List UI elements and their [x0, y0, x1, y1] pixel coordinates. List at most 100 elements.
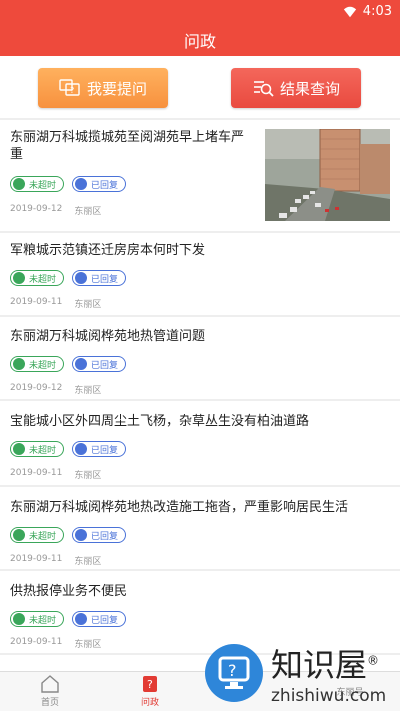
- status-badge-label: 未超时: [29, 180, 57, 191]
- result-query-label: 结果查询: [279, 79, 340, 98]
- ask-question-label: 我要提问: [86, 79, 147, 98]
- item-title: 东丽湖万科城揽城苑至阅湖苑早上堵车严重: [10, 130, 245, 162]
- status-badge: 未超时: [10, 441, 65, 457]
- status-badge-label: 未超时: [29, 360, 57, 371]
- status-badge: 未超时: [10, 356, 65, 372]
- status-badge: 未超时: [10, 176, 65, 192]
- item-district: 东丽区: [74, 640, 102, 650]
- list-search-icon: [253, 81, 274, 97]
- ask-question-button[interactable]: ? 我要提问: [38, 68, 168, 108]
- street-photo: [265, 129, 390, 221]
- item-tags: 未超时 已回复: [10, 611, 127, 627]
- action-bar: ? 我要提问 结果查询: [0, 56, 400, 118]
- item-date: 2019-09-12: [10, 204, 63, 214]
- status-badge: 未超时: [10, 611, 65, 627]
- nav-home-label: 首页: [40, 698, 59, 708]
- reply-badge: 已回复: [72, 441, 127, 457]
- status-badge-label: 未超时: [29, 531, 57, 542]
- item-district: 东丽区: [74, 471, 102, 481]
- home-icon: [41, 675, 59, 693]
- monitor-question-icon: ?: [218, 656, 250, 689]
- reply-badge-label: 已回复: [91, 445, 119, 456]
- feather-icon: [75, 272, 88, 284]
- item-meta: 2019-09-11 东丽区: [10, 297, 101, 310]
- list-item[interactable]: 东丽湖万科城阅桦苑地热管道问题 未超时 已回复 2019-09-12 东丽区: [0, 317, 400, 399]
- question-edit-icon: ?: [143, 676, 157, 692]
- item-tags: 未超时 已回复: [10, 441, 127, 457]
- reply-badge: 已回复: [72, 356, 127, 372]
- watermark-logo-icon: ?: [205, 644, 263, 702]
- result-query-button[interactable]: 结果查询: [231, 68, 361, 108]
- item-date: 2019-09-11: [10, 468, 63, 478]
- svg-text:?: ?: [70, 86, 74, 95]
- item-title: 军粮城示范镇还迁房房本何时下发: [10, 243, 206, 258]
- feather-icon: [75, 358, 88, 370]
- clock-icon: [13, 178, 25, 190]
- status-badge-label: 未超时: [29, 445, 57, 456]
- svg-text:?: ?: [228, 661, 237, 680]
- clock-icon: [13, 443, 25, 455]
- item-title: 东丽湖万科城阅桦苑地热管道问题: [10, 329, 206, 344]
- status-badge-label: 未超时: [29, 274, 57, 285]
- item-district: 东丽区: [74, 386, 102, 396]
- feather-icon: [75, 443, 88, 455]
- reply-badge: 已回复: [72, 270, 127, 286]
- clock-icon: [13, 613, 25, 625]
- item-meta: 2019-09-12 东丽区: [10, 204, 101, 217]
- item-district: 东丽区: [74, 300, 102, 310]
- status-icons: 4:03: [343, 4, 392, 19]
- list-item[interactable]: 东丽湖万科城阅桦苑地热改造施工拖沓，严重影响居民生活 未超时 已回复 2019-…: [0, 487, 400, 569]
- divider: [0, 118, 400, 120]
- item-district: 东丽区: [74, 557, 102, 567]
- watermark-url: zhishiwu.com: [271, 686, 387, 706]
- feather-icon: [75, 178, 88, 190]
- item-date: 2019-09-12: [10, 383, 63, 393]
- reply-badge: 已回复: [72, 527, 127, 543]
- feather-icon: [75, 529, 88, 541]
- item-tags: 未超时 已回复: [10, 356, 127, 372]
- item-meta: 2019-09-11 东丽区: [10, 554, 101, 567]
- status-badge: 未超时: [10, 270, 65, 286]
- item-title: 宝能城小区外四周尘土飞杨，杂草丛生没有柏油道路: [10, 414, 310, 429]
- watermark: ? 知识屋® zhishiwu.com: [205, 640, 386, 706]
- app-header: 问政: [0, 24, 400, 56]
- item-tags: 未超时 已回复: [10, 176, 127, 192]
- item-title: 东丽湖万科城阅桦苑地热改造施工拖沓，严重影响居民生活: [10, 500, 349, 515]
- list-item[interactable]: 东丽湖万科城揽城苑至阅湖苑早上堵车严重 未超时 已回复 2019-09-12 东…: [0, 121, 400, 231]
- item-meta: 2019-09-11 东丽区: [10, 468, 101, 481]
- nav-wenzheng[interactable]: ? 问政: [100, 672, 200, 711]
- list-item[interactable]: 宝能城小区外四周尘土飞杨，杂草丛生没有柏油道路 未超时 已回复 2019-09-…: [0, 401, 400, 485]
- wifi-icon: [343, 6, 356, 17]
- svg-text:?: ?: [147, 678, 153, 691]
- watermark-text: 知识屋® zhishiwu.com: [271, 640, 386, 706]
- reply-badge-label: 已回复: [91, 360, 119, 371]
- item-tags: 未超时 已回复: [10, 527, 127, 543]
- item-tags: 未超时 已回复: [10, 270, 127, 286]
- reply-badge-label: 已回复: [91, 531, 119, 542]
- item-meta: 2019-09-12 东丽区: [10, 383, 101, 396]
- watermark-brand: 知识屋: [271, 646, 368, 684]
- item-meta: 2019-09-11 东丽区: [10, 637, 101, 650]
- item-thumbnail: [265, 129, 390, 221]
- reply-badge-label: 已回复: [91, 274, 119, 285]
- item-title: 供热报停业务不便民: [10, 584, 128, 599]
- nav-home[interactable]: 首页: [0, 672, 100, 711]
- list-item[interactable]: 军粮城示范镇还迁房房本何时下发 未超时 已回复 2019-09-11 东丽区: [0, 233, 400, 315]
- feather-icon: [75, 613, 88, 625]
- item-date: 2019-09-11: [10, 554, 63, 564]
- reply-badge-label: 已回复: [91, 180, 119, 191]
- status-badge: 未超时: [10, 527, 65, 543]
- registered-mark: ®: [367, 653, 380, 668]
- status-time: 4:03: [362, 4, 392, 19]
- page-title: 问政: [183, 32, 216, 51]
- question-bubble-icon: ?: [59, 79, 80, 96]
- clock-icon: [13, 529, 25, 541]
- nav-wenzheng-label: 问政: [140, 698, 159, 708]
- status-badge-label: 未超时: [29, 615, 57, 626]
- reply-badge: 已回复: [72, 611, 127, 627]
- item-district: 东丽区: [74, 207, 102, 217]
- clock-icon: [13, 358, 25, 370]
- item-date: 2019-09-11: [10, 297, 63, 307]
- status-bar: 4:03: [0, 0, 400, 24]
- reply-badge-label: 已回复: [91, 615, 119, 626]
